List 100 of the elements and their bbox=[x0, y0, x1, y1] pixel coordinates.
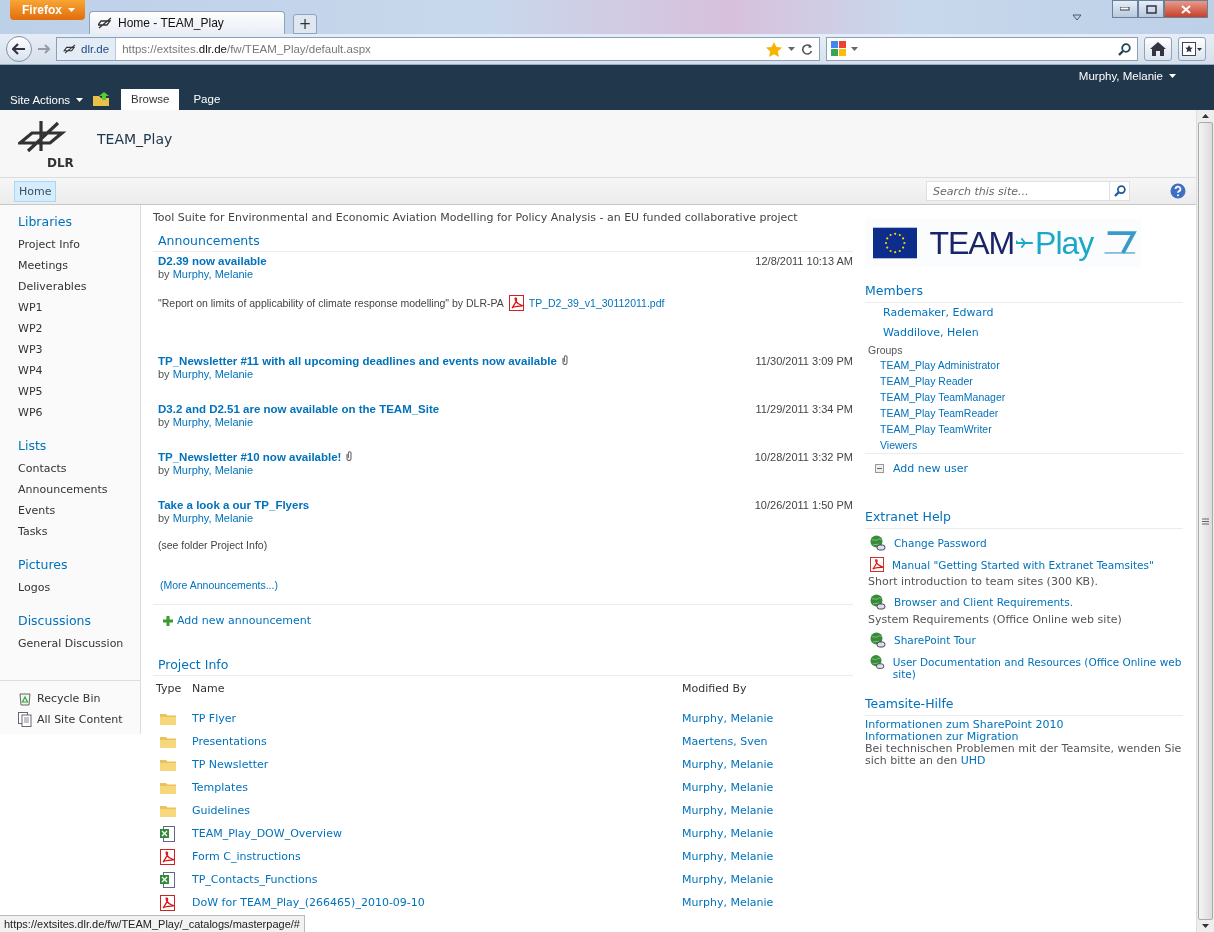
group-link[interactable]: TEAM_Play TeamManager bbox=[865, 389, 1183, 405]
author-link[interactable]: Murphy, Melanie bbox=[172, 368, 254, 380]
group-link[interactable]: Viewers bbox=[865, 437, 1183, 453]
member-link[interactable]: Waddilove, Helen bbox=[865, 323, 1183, 343]
author-link[interactable]: Murphy, Melanie bbox=[172, 464, 254, 476]
site-title[interactable]: TEAM_Play bbox=[97, 130, 173, 147]
section-heading[interactable]: Members bbox=[865, 283, 1183, 298]
ribbon-tab[interactable]: Page bbox=[183, 89, 231, 110]
section-heading[interactable]: Project Info bbox=[158, 657, 853, 672]
section-heading[interactable]: Announcements bbox=[158, 233, 853, 248]
support-link[interactable]: UHD bbox=[960, 754, 986, 767]
scroll-up-icon[interactable] bbox=[1202, 114, 1209, 118]
group-link[interactable]: TEAM_Play Reader bbox=[865, 373, 1183, 389]
web-search-field[interactable] bbox=[826, 37, 1138, 61]
announcement-title[interactable]: D3.2 and D2.51 are now available on the TEAM_Site bbox=[158, 403, 440, 415]
document-link[interactable]: Form C_instructions bbox=[192, 849, 682, 865]
back-button[interactable] bbox=[6, 36, 32, 62]
announcement-title[interactable]: Take a look a our TP_Flyers bbox=[158, 499, 310, 511]
section-heading[interactable]: Teamsite-Hilfe bbox=[865, 696, 1183, 711]
nav-heading[interactable]: Discussions bbox=[18, 612, 140, 630]
nav-link[interactable]: Deliverables bbox=[18, 276, 140, 297]
section-heading[interactable]: Extranet Help bbox=[865, 509, 1183, 524]
search-field[interactable]: Search this site... bbox=[926, 181, 1110, 201]
nav-link[interactable]: WP1 bbox=[18, 297, 140, 318]
close-button[interactable] bbox=[1164, 0, 1208, 18]
browser-tab[interactable]: Home - TEAM_Play bbox=[89, 11, 285, 34]
nav-link[interactable]: WP4 bbox=[18, 360, 140, 381]
modified-by-link[interactable]: Murphy, Melanie bbox=[682, 826, 853, 842]
column-header[interactable]: Type bbox=[156, 682, 192, 704]
home-button[interactable] bbox=[1144, 37, 1172, 61]
nav-link[interactable]: Project Info bbox=[18, 234, 140, 255]
nav-link[interactable]: WP2 bbox=[18, 318, 140, 339]
document-link[interactable]: TP Flyer bbox=[192, 711, 682, 727]
search-icon[interactable] bbox=[1118, 42, 1131, 56]
member-link[interactable]: Rademaker, Edward bbox=[865, 303, 1183, 323]
group-link[interactable]: TEAM_Play TeamWriter bbox=[865, 421, 1183, 437]
add-user-link[interactable]: Add new user bbox=[893, 462, 969, 475]
document-link[interactable]: Guidelines bbox=[192, 803, 682, 819]
help-link[interactable]: Manual "Getting Started with Extranet Teamsites" bbox=[892, 557, 1154, 571]
add-announcement-link[interactable]: Add new announcement bbox=[177, 614, 311, 627]
modified-by-link[interactable]: Murphy, Melanie bbox=[682, 895, 853, 911]
modified-by-link[interactable]: Murphy, Melanie bbox=[682, 780, 853, 796]
nav-link[interactable]: Tasks bbox=[18, 521, 140, 542]
ribbon-tab[interactable]: Browse bbox=[121, 89, 180, 110]
announcement-title[interactable]: D2.39 now available bbox=[158, 255, 267, 267]
user-menu[interactable]: Murphy, Melanie bbox=[1078, 70, 1176, 82]
site-identity[interactable]: dlr.de bbox=[57, 38, 117, 60]
nav-tab[interactable]: Home bbox=[14, 180, 57, 202]
help-link[interactable]: Browser and Client Requirements. bbox=[894, 594, 1074, 608]
new-tab-button[interactable]: + bbox=[293, 14, 317, 34]
modified-by-link[interactable]: Maertens, Sven bbox=[682, 734, 853, 750]
nav-link[interactable]: General Discussion bbox=[18, 633, 140, 654]
modified-by-link[interactable]: Murphy, Melanie bbox=[682, 872, 853, 888]
address-bar[interactable]: dlr.de https://extsites.dlr.de/fw/TEAM_Play/default.aspx bbox=[56, 37, 820, 61]
column-header[interactable]: Name bbox=[192, 682, 682, 704]
reload-icon[interactable] bbox=[801, 43, 813, 55]
help-link[interactable]: Change Password bbox=[894, 535, 987, 549]
scroll-down-icon[interactable] bbox=[1202, 924, 1209, 928]
modified-by-link[interactable]: Murphy, Melanie bbox=[682, 757, 853, 773]
tab-list-icon[interactable] bbox=[1072, 13, 1082, 21]
nav-link[interactable]: Contacts bbox=[18, 458, 140, 479]
document-link[interactable]: Templates bbox=[192, 780, 682, 796]
nav-link[interactable]: Announcements bbox=[18, 479, 140, 500]
author-link[interactable]: Murphy, Melanie bbox=[172, 512, 254, 524]
bookmarks-button[interactable] bbox=[1178, 37, 1206, 61]
nav-link[interactable]: Recycle Bin bbox=[37, 688, 101, 709]
document-link[interactable]: Presentations bbox=[192, 734, 682, 750]
nav-link[interactable]: WP5 bbox=[18, 381, 140, 402]
document-link[interactable]: TP Newsletter bbox=[192, 757, 682, 773]
nav-heading[interactable]: Pictures bbox=[18, 556, 140, 574]
caret-icon[interactable] bbox=[788, 47, 795, 51]
nav-link[interactable]: WP3 bbox=[18, 339, 140, 360]
caret-icon[interactable] bbox=[851, 47, 858, 51]
file-link[interactable]: TP_D2_39_v1_30112011.pdf bbox=[528, 297, 665, 309]
announcement-title[interactable]: TP_Newsletter #10 now available! bbox=[158, 451, 342, 463]
nav-link[interactable]: Meetings bbox=[18, 255, 140, 276]
info-link[interactable]: Informationen zur Migration bbox=[865, 731, 1183, 743]
maximize-button[interactable] bbox=[1138, 0, 1164, 18]
document-link[interactable]: TP_Contacts_Functions bbox=[192, 872, 682, 888]
scrollbar[interactable] bbox=[1196, 110, 1214, 932]
help-link[interactable]: User Documentation and Resources (Office Online web site) bbox=[892, 654, 1183, 680]
folder-up-icon[interactable] bbox=[93, 91, 112, 106]
search-engine-icon[interactable] bbox=[831, 41, 847, 57]
help-icon[interactable] bbox=[1170, 183, 1186, 199]
announcement-title[interactable]: TP_Newsletter #11 with all upcoming deadlines and events now available bbox=[158, 355, 557, 367]
star-icon[interactable] bbox=[766, 41, 782, 57]
author-link[interactable]: Murphy, Melanie bbox=[172, 268, 254, 280]
scroll-thumb[interactable] bbox=[1198, 122, 1213, 920]
author-link[interactable]: Murphy, Melanie bbox=[172, 416, 254, 428]
document-link[interactable]: TEAM_Play_DOW_Overview bbox=[192, 826, 682, 842]
minimize-button[interactable] bbox=[1112, 0, 1138, 18]
nav-link[interactable]: All Site Content bbox=[37, 709, 123, 730]
site-actions-menu[interactable]: Site Actions bbox=[10, 93, 84, 106]
modified-by-link[interactable]: Murphy, Melanie bbox=[682, 803, 853, 819]
group-link[interactable]: TEAM_Play Administrator bbox=[865, 357, 1183, 373]
nav-link[interactable]: Events bbox=[18, 500, 140, 521]
modified-by-link[interactable]: Murphy, Melanie bbox=[682, 711, 853, 727]
nav-link[interactable]: WP6 bbox=[18, 402, 140, 423]
document-link[interactable]: DoW for TEAM_Play_(266465)_2010-09-10 bbox=[192, 895, 682, 911]
column-header[interactable]: Modified By bbox=[682, 682, 853, 704]
